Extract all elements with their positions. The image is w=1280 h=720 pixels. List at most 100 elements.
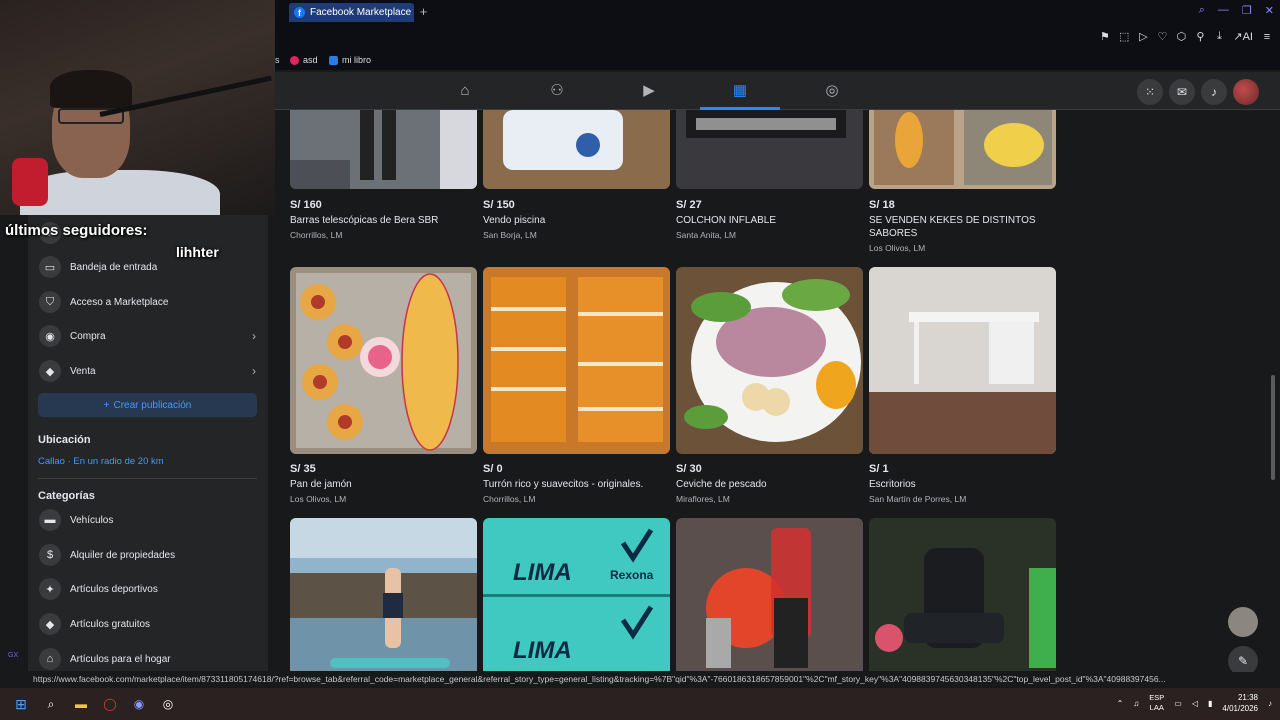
opera-gx-icon[interactable]: ◯ [102, 696, 118, 712]
tab-title: Facebook Marketplace | F [310, 7, 414, 18]
minimize-icon[interactable]: — [1218, 4, 1229, 17]
shield-icon: ⛉ [39, 291, 61, 313]
windows-start-icon[interactable]: ⊞ [13, 696, 29, 712]
sidebar-item-marketplace-access[interactable]: ⛉ Acceso a Marketplace [28, 287, 268, 317]
listing-title[interactable]: Turrón rico y suavecitos - originales. [483, 478, 670, 491]
listing-title[interactable]: Vendo piscina [483, 214, 670, 227]
chevron-up-icon[interactable]: ⌃ [1117, 699, 1124, 708]
rexona-lima-photo: LIMA LIMA [483, 518, 670, 671]
play-icon[interactable]: ▷ [1138, 30, 1148, 43]
ai-button[interactable]: ↗AI [1233, 30, 1253, 43]
facebook-icon: f [294, 7, 305, 18]
download-icon[interactable]: ⤓ [1214, 30, 1224, 43]
bookmark-icon [290, 55, 299, 65]
listing-title[interactable]: Pan de jamón [290, 478, 477, 491]
sidebar-item-selling[interactable]: ◆ Venta › [28, 356, 268, 386]
language-indicator[interactable]: ESP LAA [1149, 693, 1164, 713]
bookmark-mi-libro[interactable]: mi libro [329, 55, 371, 65]
listing-image[interactable]: LIMA LIMA Rexona [483, 518, 670, 671]
menu-grid-icon[interactable]: ⁙ [1137, 79, 1163, 105]
listing-price: S/ 0 [483, 463, 503, 475]
listing-image[interactable] [290, 110, 477, 189]
video-icon[interactable]: ▶ [638, 81, 660, 101]
gx-icon: GX [8, 652, 19, 659]
marketplace-icon[interactable]: ▦ [729, 81, 751, 101]
menu-icon[interactable]: ≡ [1262, 31, 1272, 43]
bookmark-s[interactable]: s [275, 55, 280, 65]
mattress-box-photo [676, 110, 863, 189]
sidebar-item-sporting-goods[interactable]: ✦ Artículos deportivos [28, 574, 268, 604]
pin-icon[interactable]: ⚑ [1100, 30, 1110, 43]
obs-icon[interactable]: ◎ [160, 696, 176, 712]
listing-title[interactable]: Escritorios [869, 478, 1056, 491]
sidebar-item-label: Compra [70, 330, 106, 342]
listing-title[interactable]: COLCHON INFLABLE [676, 214, 863, 227]
sidebar-item-label: Alquiler de propiedades [70, 549, 176, 561]
sidebar-item-buying[interactable]: ◉ Compra › [28, 321, 268, 351]
contact-avatar[interactable] [1228, 607, 1258, 637]
listing-price: S/ 35 [290, 463, 316, 475]
listing-image[interactable] [869, 518, 1056, 671]
friends-icon[interactable]: ⚇ [546, 81, 568, 101]
profile-icon[interactable]: ⚲ [1195, 30, 1205, 43]
volume-icon[interactable]: ◁ [1192, 699, 1198, 708]
groups-icon[interactable]: ◎ [821, 81, 843, 101]
clock[interactable]: 21:38 4/01/2026 [1222, 692, 1258, 714]
listing-image[interactable] [869, 267, 1056, 454]
listing-location: Los Olivos, LM [869, 243, 926, 253]
home-icon[interactable]: ⌂ [454, 81, 476, 101]
listing-image[interactable] [483, 110, 670, 189]
battery-icon[interactable]: ▮ [1208, 699, 1212, 708]
network-icon[interactable]: ▭ [1174, 699, 1182, 708]
listing-price: S/ 1 [869, 463, 889, 475]
sidebar-item-inbox[interactable]: ▭ Bandeja de entrada [28, 252, 268, 282]
listing-title[interactable]: Barras telescópicas de Bera SBR [290, 214, 477, 227]
close-icon[interactable]: ✕ [1265, 4, 1274, 17]
listing-location: Chorrillos, LM [483, 494, 536, 504]
extensions-icon[interactable]: ⬡ [1176, 30, 1187, 43]
snapshot-icon[interactable]: ⬚ [1119, 30, 1129, 43]
ham-bread-photo [290, 267, 477, 454]
sidebar-item-label: Artículos para el hogar [70, 653, 171, 665]
heart-icon[interactable]: ♡ [1157, 30, 1167, 43]
listing-image[interactable] [676, 110, 863, 189]
categories-heading: Categorías [38, 490, 95, 502]
screen: f Facebook Marketplace | F + ⌕ — ❐ ✕ ⚑ ⬚… [0, 0, 1280, 720]
svg-text:LIMA: LIMA [513, 559, 572, 586]
scrollbar[interactable] [1271, 375, 1275, 480]
listing-image[interactable] [290, 267, 477, 454]
search-icon[interactable]: ⌕ [43, 696, 59, 712]
notification-bell-icon[interactable]: ♪ [1268, 699, 1272, 708]
microphone-icon[interactable]: ♫ [1133, 699, 1139, 708]
chevron-right-icon: › [252, 329, 256, 343]
listing-title[interactable]: Ceviche de pescado [676, 478, 863, 491]
chevron-right-icon: › [252, 364, 256, 378]
notifications-icon[interactable]: ♪ [1201, 79, 1227, 105]
bookmark-asd[interactable]: asd [290, 55, 318, 65]
sidebar-item-free-stuff[interactable]: ◆ Artículos gratuitos [28, 609, 268, 639]
listing-price: S/ 27 [676, 199, 702, 211]
listing-title[interactable]: SE VENDEN KEKES DE DISTINTOS SABORES [869, 214, 1044, 240]
bookmark-label: mi libro [342, 55, 372, 65]
profile-avatar[interactable] [1233, 79, 1259, 105]
listing-image[interactable] [869, 110, 1056, 189]
messenger-icon[interactable]: ✉ [1169, 79, 1195, 105]
listing-image[interactable] [676, 267, 863, 454]
location-filter-link[interactable]: Callao · En un radio de 20 km [38, 456, 164, 467]
listing-image[interactable] [483, 267, 670, 454]
create-listing-button[interactable]: + Crear publicación [38, 393, 257, 417]
search-tabs-icon[interactable]: ⌕ [1199, 4, 1205, 17]
listing-image[interactable] [676, 518, 863, 671]
sidebar-item-vehicles[interactable]: ▬ Vehículos [28, 505, 268, 535]
new-tab-button[interactable]: + [417, 4, 430, 19]
listing-image[interactable] [290, 518, 477, 671]
discord-icon[interactable]: ◉ [131, 696, 147, 712]
sidebar-item-property-rentals[interactable]: $ Alquiler de propiedades [28, 540, 268, 570]
followers-overlay-label: últimos seguidores: [5, 222, 148, 239]
facebook-header: ⌂ ⚇ ▶ ▦ ◎ [275, 72, 1280, 110]
tab-facebook-marketplace[interactable]: f Facebook Marketplace | F [289, 3, 414, 22]
file-explorer-icon[interactable]: ▬ [73, 696, 89, 712]
maximize-icon[interactable]: ❐ [1242, 4, 1252, 17]
sidebar-item-home-goods[interactable]: ⌂ Artículos para el hogar [28, 644, 268, 674]
bookmark-icon [329, 55, 338, 65]
